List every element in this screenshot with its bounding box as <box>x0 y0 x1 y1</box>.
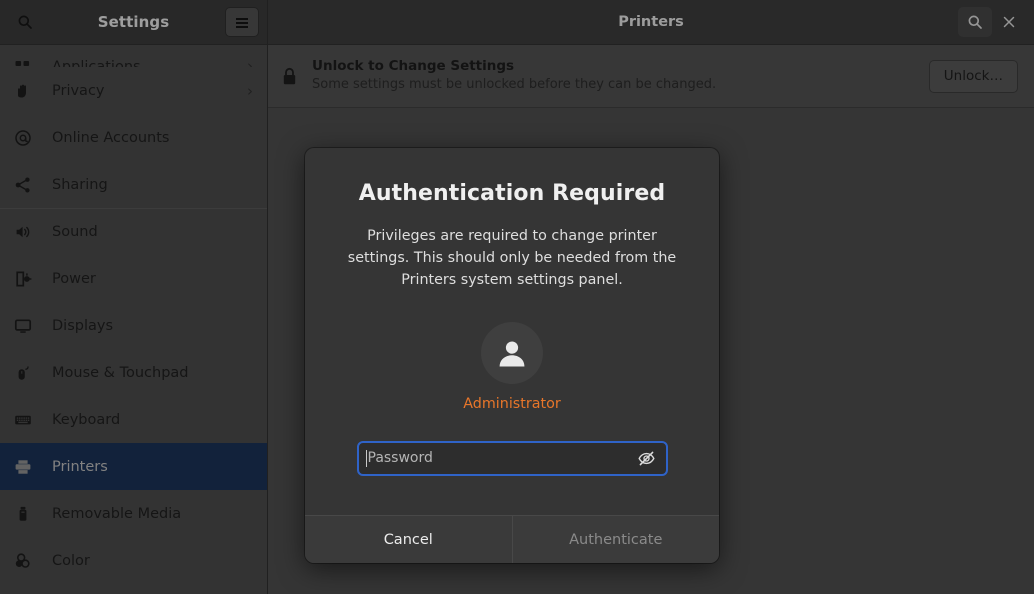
sidebar-item-label: Keyboard <box>52 411 121 428</box>
close-icon <box>1002 15 1016 29</box>
dialog-description: Privileges are required to change printe… <box>347 228 677 288</box>
sidebar-item-label: Displays <box>52 317 114 334</box>
printer-icon <box>14 458 40 476</box>
dialog-content: Authentication Required Privileges are r… <box>305 148 719 515</box>
dialog-title: Authentication Required <box>358 181 666 206</box>
sidebar-item-color[interactable]: Color <box>0 537 267 584</box>
cancel-button[interactable]: Cancel <box>305 516 513 563</box>
sidebar-item-label: Privacy <box>52 82 105 99</box>
sidebar-item-label: Sound <box>52 224 98 240</box>
user-avatar-icon <box>495 336 529 370</box>
settings-window: Settings Applications › Privacy › Online Acc… <box>0 0 1034 594</box>
search-icon <box>17 14 33 30</box>
sidebar-menu-button[interactable] <box>225 7 259 37</box>
mouse-icon <box>14 364 40 382</box>
speaker-icon <box>14 223 40 241</box>
search-icon <box>967 14 983 30</box>
main-header: Printers <box>268 0 1034 45</box>
sidebar-item-online-accounts[interactable]: Online Accounts <box>0 114 267 161</box>
sidebar-item-keyboard[interactable]: Keyboard <box>0 396 267 443</box>
keyboard-icon <box>14 411 40 429</box>
window-close-button[interactable] <box>992 7 1026 37</box>
usb-drive-icon <box>14 505 40 523</box>
authenticate-button[interactable]: Authenticate <box>512 516 719 563</box>
avatar <box>481 321 543 384</box>
sidebar-item-privacy[interactable]: Privacy › <box>0 67 267 114</box>
banner-title: Unlock to Change Settings <box>312 57 515 74</box>
share-nodes-icon <box>14 176 40 194</box>
hand-icon <box>14 82 40 100</box>
sidebar-item-label: Removable Media <box>52 505 182 522</box>
sidebar-search-button[interactable] <box>8 7 42 37</box>
power-plug-icon <box>14 270 40 288</box>
sidebar-item-power[interactable]: Power <box>0 255 267 302</box>
color-circles-icon <box>14 552 40 570</box>
sidebar-title: Settings <box>97 13 170 31</box>
password-field-wrapper[interactable] <box>356 440 668 476</box>
applications-grid-icon <box>14 57 40 67</box>
sidebar-item-sharing[interactable]: Sharing <box>0 161 267 208</box>
sidebar-item-label: Color <box>52 552 90 569</box>
sidebar-item-mouse-touchpad[interactable]: Mouse & Touchpad <box>0 349 267 396</box>
sidebar-item-printers[interactable]: Printers <box>0 443 267 490</box>
page-title: Printers <box>618 14 684 30</box>
sidebar-item-label: Online Accounts <box>52 129 170 146</box>
chevron-right-icon: › <box>247 81 253 100</box>
sidebar-item-removable-media[interactable]: Removable Media <box>0 490 267 537</box>
sidebar-item-label: Power <box>52 270 96 287</box>
unlock-banner: Unlock to Change Settings Some settings … <box>268 45 1034 108</box>
sidebar-item-list[interactable]: Applications › Privacy › Online Accounts Shar… <box>0 45 267 594</box>
sidebar-item-label: Sharing <box>52 176 108 193</box>
toggle-password-visibility-button[interactable] <box>636 447 658 469</box>
sidebar-header: Settings <box>0 0 267 45</box>
sidebar-item-label: Printers <box>52 458 108 475</box>
sidebar: Settings Applications › Privacy › Online Acc… <box>0 0 268 594</box>
unlock-button[interactable]: Unlock… <box>928 59 1018 93</box>
monitor-icon <box>14 317 40 335</box>
main-search-button[interactable] <box>958 7 992 37</box>
sidebar-item-label: Mouse & Touchpad <box>52 364 189 381</box>
sidebar-item-label: Applications <box>52 59 141 67</box>
dialog-actions: Cancel Authenticate <box>305 515 719 563</box>
sidebar-item-applications[interactable]: Applications › <box>0 45 267 67</box>
username-label: Administrator <box>463 395 561 412</box>
hamburger-menu-icon <box>234 16 250 29</box>
sidebar-item-displays[interactable]: Displays <box>0 302 267 349</box>
eye-slash-icon <box>637 449 656 468</box>
sidebar-item-sound[interactable]: Sound <box>0 208 267 255</box>
chevron-right-icon: › <box>247 57 253 67</box>
text-cursor <box>365 449 367 467</box>
authentication-dialog: Authentication Required Privileges are r… <box>305 148 719 563</box>
banner-subtitle: Some settings must be unlocked before th… <box>312 77 717 93</box>
padlock-icon <box>282 67 308 86</box>
password-input[interactable] <box>367 450 636 467</box>
at-sign-icon <box>14 129 40 147</box>
banner-texts: Unlock to Change Settings Some settings … <box>308 57 929 95</box>
